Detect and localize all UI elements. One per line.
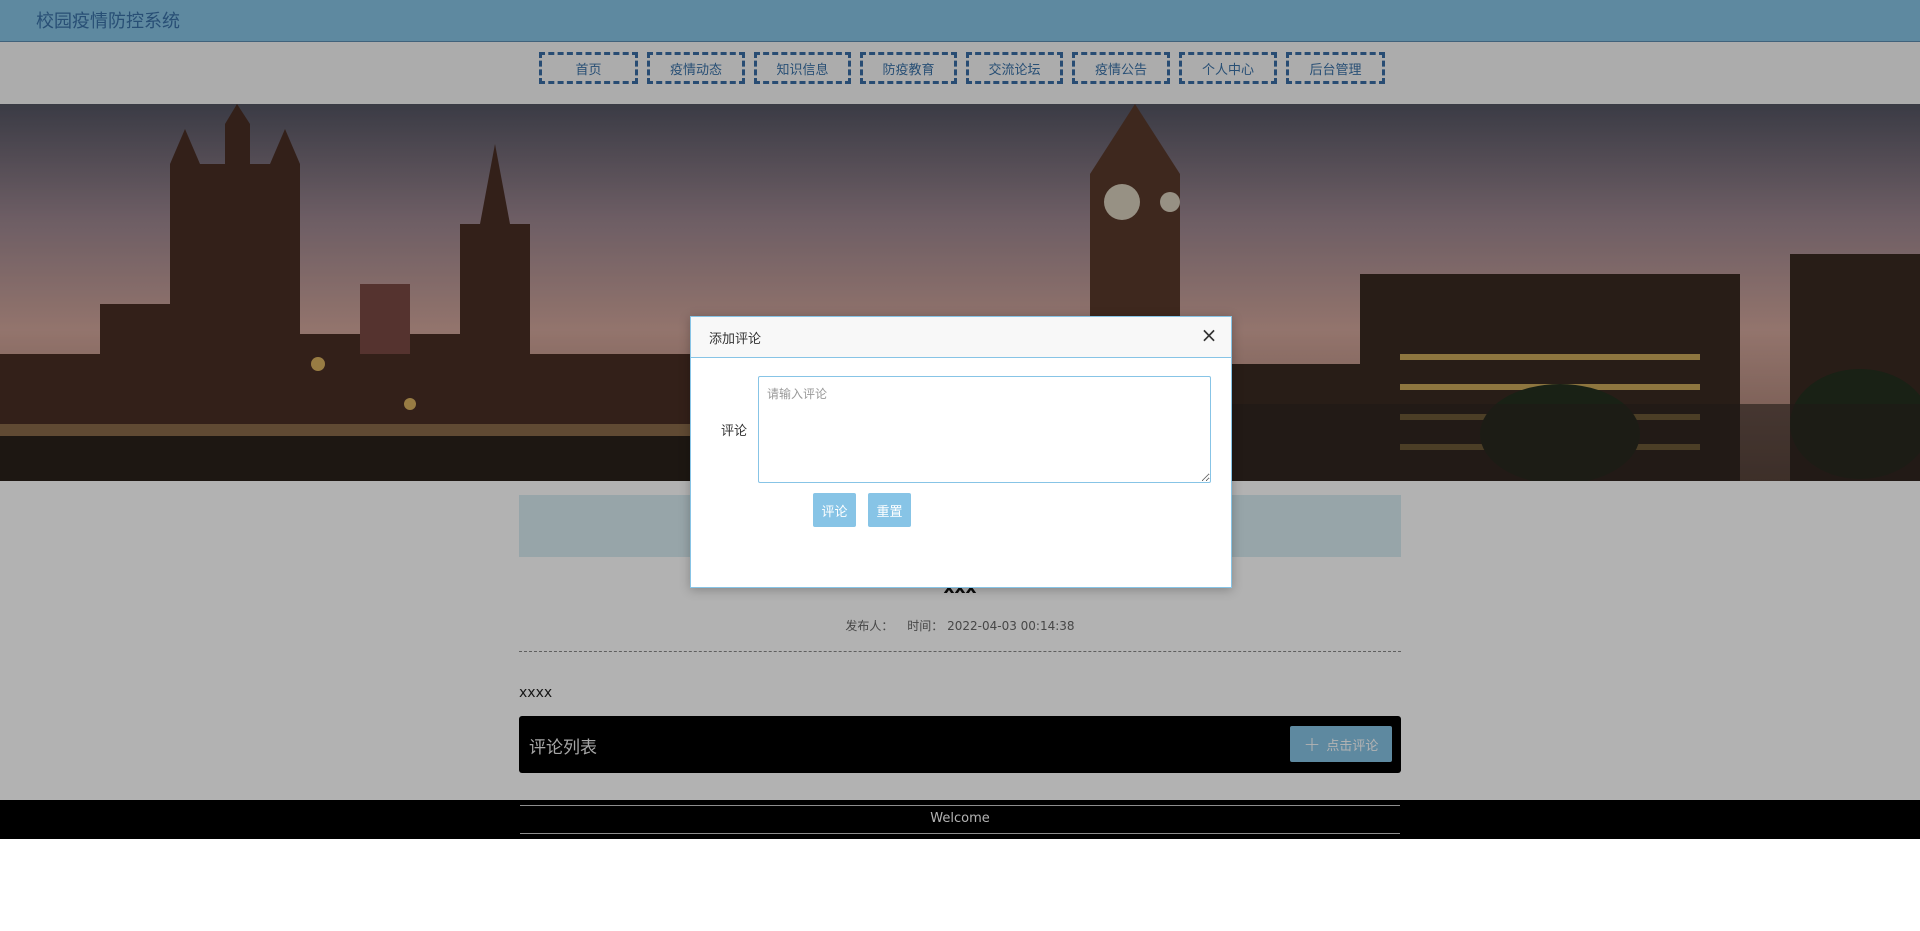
reset-button[interactable]: 重置	[868, 493, 911, 527]
submit-comment-button[interactable]: 评论	[813, 493, 856, 527]
add-comment-dialog: 添加评论 × 评论 评论 重置	[690, 316, 1232, 588]
dialog-header: 添加评论 ×	[691, 317, 1231, 358]
dialog-title: 添加评论	[709, 332, 762, 347]
comment-textarea[interactable]	[758, 376, 1211, 483]
close-icon[interactable]: ×	[1199, 325, 1219, 345]
comment-field-label: 评论	[721, 424, 748, 439]
